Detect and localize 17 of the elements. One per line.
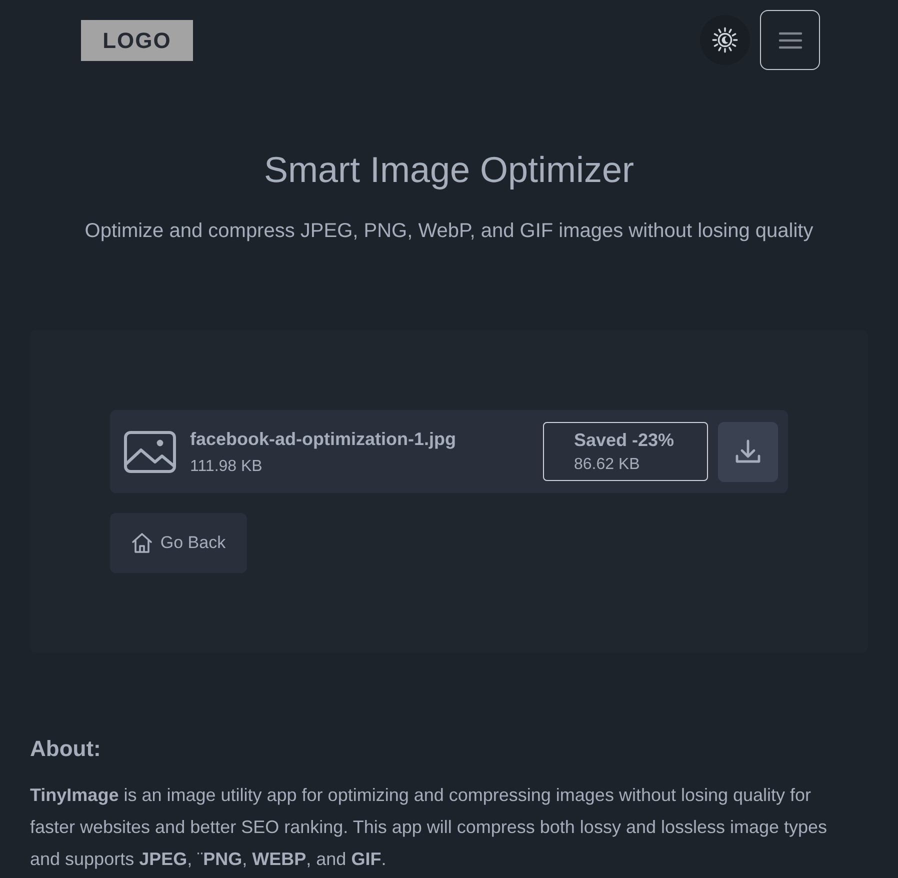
about-heading: About: bbox=[30, 735, 102, 763]
go-back-button[interactable]: Go Back bbox=[110, 513, 247, 573]
logo: LOGO bbox=[81, 20, 193, 60]
menu-button[interactable] bbox=[760, 10, 820, 70]
page-subtitle: Optimize and compress JPEG, PNG, WebP, and GIF images without losing quality bbox=[84, 219, 814, 244]
image-icon bbox=[124, 430, 176, 472]
sun-moon-icon bbox=[712, 27, 738, 53]
about-text: TinyImage is an image utility app for optimizing and compressing images without losing quality for faster websites and better SEO ranking. This app will compress both lossy and lossless image types and supports JPEG, ¨PNG, WEBP, and GIF. bbox=[30, 784, 828, 871]
download-button[interactable] bbox=[718, 422, 778, 482]
savings-label: Saved -23% bbox=[574, 428, 676, 450]
home-icon bbox=[131, 532, 154, 554]
compressed-size: 86.62 KB bbox=[574, 454, 641, 474]
download-icon bbox=[735, 438, 761, 464]
page-title: Smart Image Optimizer bbox=[262, 150, 636, 190]
file-size: 111.98 KB bbox=[190, 456, 264, 476]
file-name: facebook-ad-optimization-1.jpg bbox=[190, 428, 458, 450]
menu-icon bbox=[778, 32, 802, 48]
